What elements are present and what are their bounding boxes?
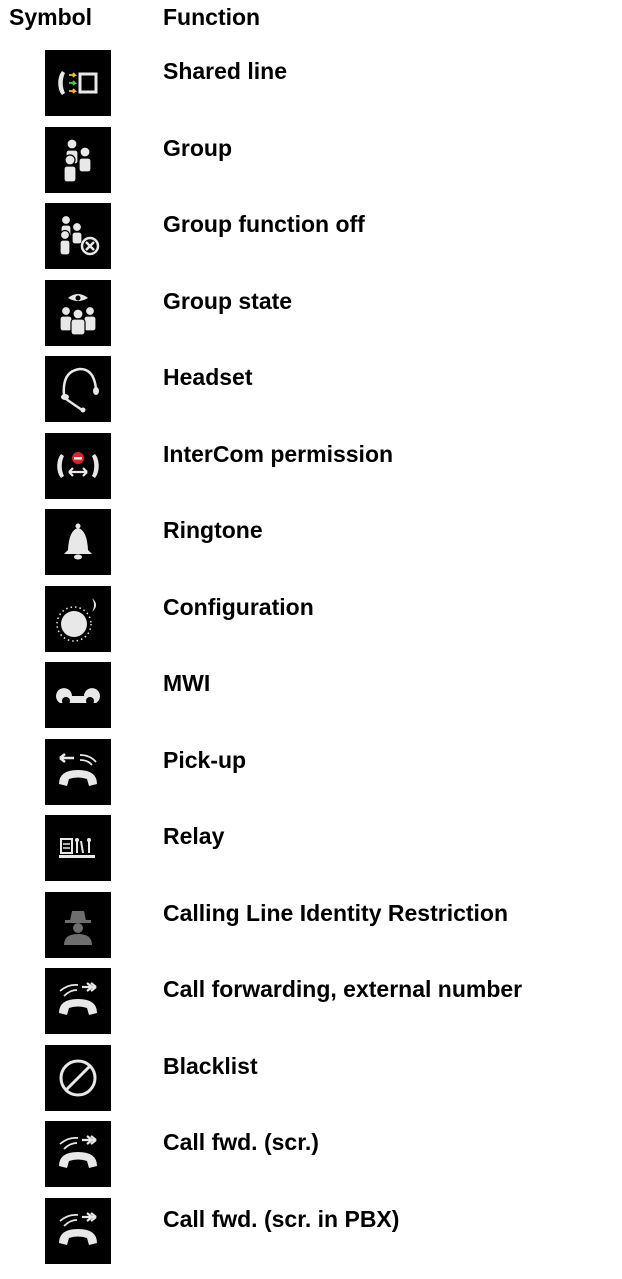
function-label: Relay [163, 823, 225, 849]
table-header: Symbol Function [0, 0, 622, 46]
table-row: Relay [0, 811, 622, 888]
table-row: Group function off [0, 199, 622, 276]
blacklist-icon [45, 1044, 111, 1111]
function-label: Blacklist [163, 1052, 258, 1079]
function-label: Headset [163, 364, 253, 390]
table-row: Call fwd. (scr.) [0, 1117, 622, 1194]
table-row: Shared line [0, 46, 622, 123]
function-label: Configuration [163, 593, 314, 620]
table-row: Configuration [0, 582, 622, 659]
function-label: Call fwd. (scr.) [163, 1129, 319, 1155]
function-label: Group function off [163, 211, 365, 237]
function-label: Call fwd. (scr. in PBX) [163, 1205, 400, 1232]
function-label: Group state [163, 287, 293, 314]
table-row: InterCom permission [0, 429, 622, 506]
function-label: InterCom permission [163, 440, 394, 467]
group-state-icon [45, 279, 111, 346]
table-row: Call fwd. (scr. in PBX) [0, 1194, 622, 1271]
intercom-permission-icon [45, 432, 111, 499]
ringtone-bell-icon [45, 509, 111, 575]
group-function-off-icon [45, 203, 111, 269]
function-label: Shared line [163, 58, 287, 84]
table-row: Blacklist [0, 1041, 622, 1118]
function-label: MWI [163, 670, 211, 696]
symbol-table: Shared line Group Group function off Gro… [0, 46, 622, 1270]
column-header-symbol: Symbol [9, 4, 93, 30]
table-row: Group state [0, 276, 622, 353]
table-row: Pick-up [0, 735, 622, 812]
call-forwarding-icon [45, 1121, 111, 1187]
table-row: Call forwarding, external number [0, 964, 622, 1041]
function-label: Ringtone [163, 517, 263, 543]
function-label: Group [163, 134, 232, 161]
group-icon [45, 126, 111, 193]
table-row: Calling Line Identity Restriction [0, 888, 622, 965]
shared-line-icon [45, 50, 111, 116]
table-row: MWI [0, 658, 622, 735]
table-row: Group [0, 123, 622, 200]
configuration-icon [45, 585, 111, 652]
column-header-function: Function [163, 4, 261, 30]
relay-icon [45, 815, 111, 881]
function-label: Call forwarding, external number [163, 976, 523, 1002]
table-row: Headset [0, 352, 622, 429]
function-label: Calling Line Identity Restriction [163, 899, 509, 926]
clir-incognito-icon [45, 891, 111, 958]
headset-icon [45, 356, 111, 422]
pick-up-icon [45, 738, 111, 805]
mwi-voicemail-icon [45, 662, 111, 728]
table-row: Ringtone [0, 505, 622, 582]
call-forwarding-icon [45, 968, 111, 1034]
call-forwarding-icon [45, 1197, 111, 1264]
function-label: Pick-up [163, 746, 247, 773]
